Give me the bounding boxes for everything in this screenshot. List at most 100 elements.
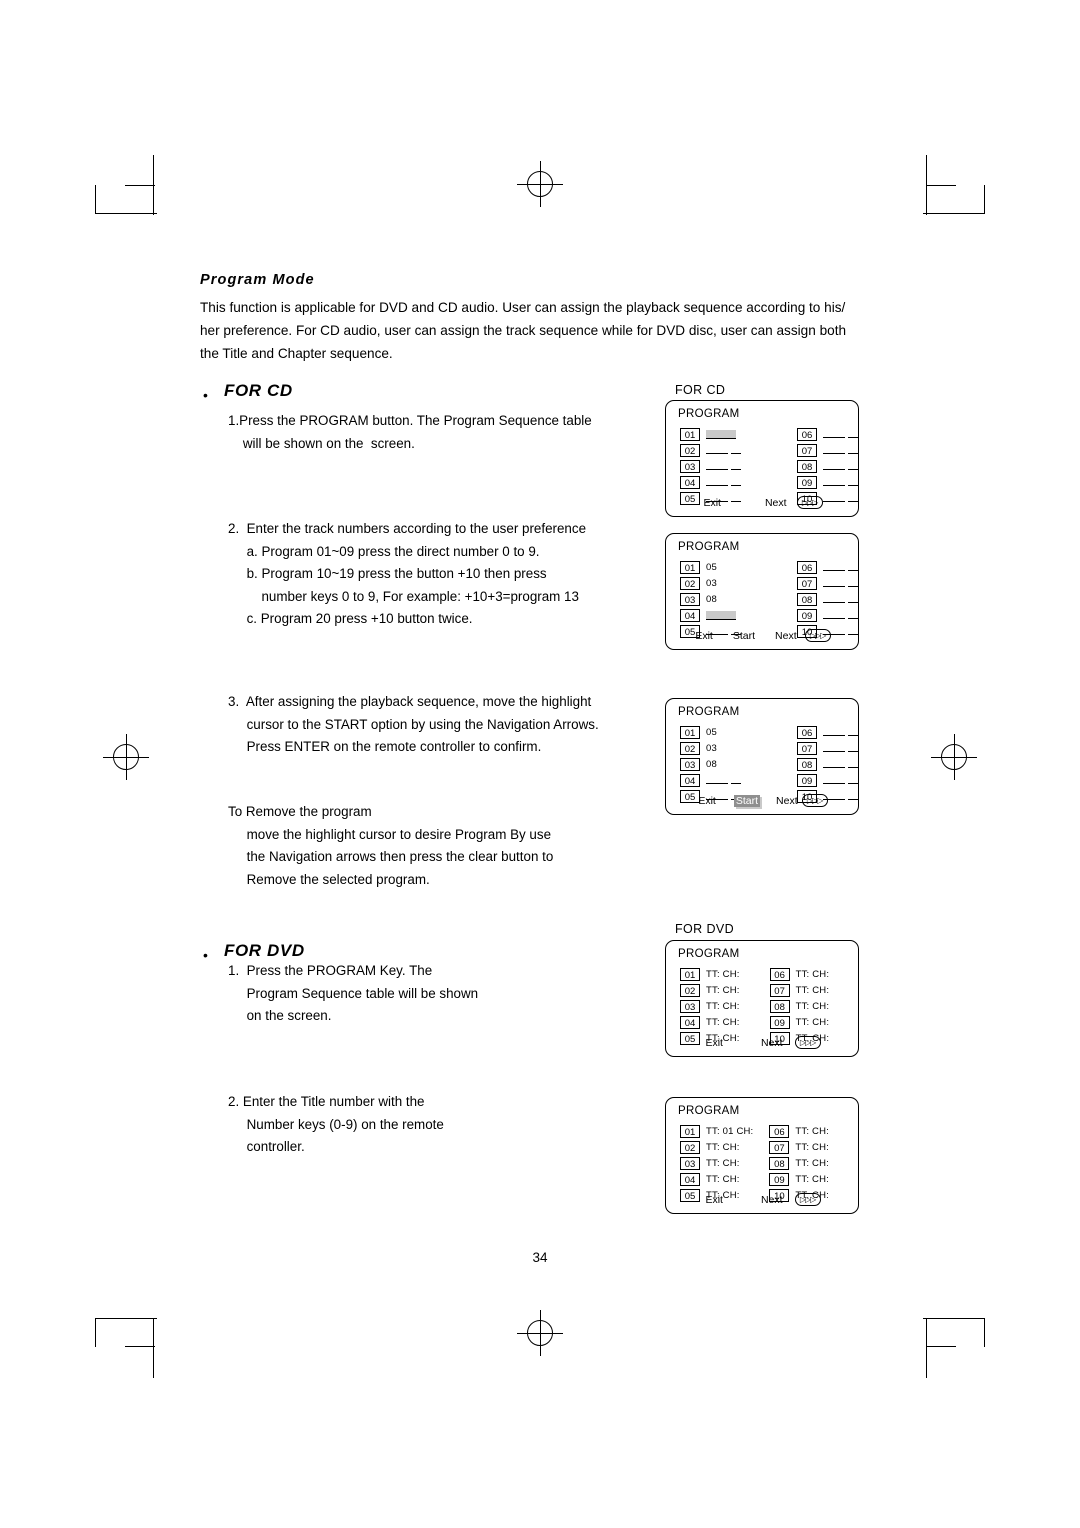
program-slot-number[interactable]: 01 <box>680 1124 700 1138</box>
program-slot-number[interactable]: 01 <box>680 967 700 981</box>
program-slot-empty2[interactable] <box>731 462 741 470</box>
program-slot-empty2[interactable] <box>848 478 858 486</box>
program-slot-value[interactable]: 03 <box>706 743 717 754</box>
program-slot-number[interactable]: 06 <box>769 1124 790 1138</box>
program-slot-empty2[interactable] <box>848 430 858 438</box>
exit-button[interactable]: Exit <box>701 497 723 509</box>
program-slot-number[interactable]: 07 <box>797 443 817 457</box>
program-slot-empty[interactable] <box>823 776 845 784</box>
program-slot-number[interactable]: 09 <box>797 773 817 787</box>
program-slot-empty[interactable] <box>823 430 845 438</box>
program-slot-number[interactable]: 07 <box>769 1140 790 1154</box>
program-slot-empty2[interactable] <box>731 776 741 784</box>
program-slot-number[interactable]: 06 <box>797 427 817 441</box>
program-slot-empty2[interactable] <box>731 478 741 486</box>
fast-forward-icon[interactable]: ▷▷▷ <box>804 629 831 642</box>
exit-button[interactable]: Exit <box>703 1194 725 1206</box>
program-slot-empty[interactable] <box>706 478 728 486</box>
program-slot-value[interactable]: TT: CH: <box>706 1158 740 1169</box>
next-button[interactable]: Next <box>773 630 799 642</box>
program-slot-empty2[interactable] <box>848 611 858 619</box>
program-slot-highlight[interactable] <box>706 429 736 439</box>
start-button[interactable]: Start <box>731 630 757 642</box>
program-slot-value[interactable]: TT: CH: <box>706 1017 740 1028</box>
program-slot-number[interactable]: 01 <box>680 427 700 441</box>
program-slot-number[interactable]: 04 <box>680 1172 700 1186</box>
program-slot-number[interactable]: 07 <box>797 741 817 755</box>
fast-forward-icon[interactable]: ▷▷▷ <box>794 1193 821 1206</box>
program-slot-empty[interactable] <box>823 462 845 470</box>
program-slot-number[interactable]: 09 <box>797 475 817 489</box>
program-slot-number[interactable]: 08 <box>797 757 817 771</box>
program-slot-number[interactable]: 04 <box>680 475 700 489</box>
program-slot-number[interactable]: 04 <box>680 1015 700 1029</box>
program-slot-empty2[interactable] <box>848 776 858 784</box>
program-slot-empty[interactable] <box>823 563 845 571</box>
program-slot-value[interactable]: TT: CH: <box>795 1174 829 1185</box>
program-slot-empty2[interactable] <box>848 760 858 768</box>
program-slot-number[interactable]: 03 <box>680 592 700 606</box>
program-slot-number[interactable]: 04 <box>680 608 700 622</box>
program-slot-empty[interactable] <box>823 728 845 736</box>
start-button[interactable]: Start <box>733 794 761 807</box>
program-slot-empty[interactable] <box>823 760 845 768</box>
program-slot-number[interactable]: 07 <box>769 983 790 997</box>
program-slot-number[interactable]: 02 <box>680 741 700 755</box>
program-slot-value[interactable]: TT: CH: <box>706 985 740 996</box>
program-slot-value[interactable]: 08 <box>706 759 717 770</box>
program-slot-empty[interactable] <box>823 595 845 603</box>
program-slot-value[interactable]: TT: CH: <box>796 985 830 996</box>
next-button[interactable]: Next <box>763 497 789 509</box>
fast-forward-icon[interactable]: ▷▷▷ <box>794 1036 821 1049</box>
program-slot-empty[interactable] <box>823 478 845 486</box>
program-slot-empty[interactable] <box>823 446 845 454</box>
program-slot-number[interactable]: 08 <box>797 459 817 473</box>
fast-forward-icon[interactable]: ▷▷▷ <box>796 496 823 509</box>
program-slot-empty2[interactable] <box>848 462 858 470</box>
program-slot-number[interactable]: 03 <box>680 999 700 1013</box>
program-slot-empty2[interactable] <box>848 446 858 454</box>
program-slot-value[interactable]: TT: CH: <box>706 1142 740 1153</box>
program-slot-empty[interactable] <box>706 446 728 454</box>
program-slot-number[interactable]: 02 <box>680 443 700 457</box>
program-slot-number[interactable]: 08 <box>769 1156 790 1170</box>
program-slot-empty2[interactable] <box>848 728 858 736</box>
program-slot-value[interactable]: TT: CH: <box>795 1158 829 1169</box>
program-slot-value[interactable]: TT: CH: <box>706 969 740 980</box>
program-slot-value[interactable]: 08 <box>706 594 717 605</box>
program-slot-empty[interactable] <box>706 776 728 784</box>
program-slot-number[interactable]: 01 <box>680 560 700 574</box>
exit-button[interactable]: Exit <box>703 1037 725 1049</box>
program-slot-number[interactable]: 07 <box>797 576 817 590</box>
program-slot-empty[interactable] <box>706 462 728 470</box>
program-slot-highlight[interactable] <box>706 610 736 620</box>
program-slot-number[interactable]: 06 <box>769 967 790 981</box>
exit-button[interactable]: Exit <box>696 795 718 807</box>
program-slot-number[interactable]: 04 <box>680 773 700 787</box>
program-slot-empty[interactable] <box>823 744 845 752</box>
program-slot-number[interactable]: 06 <box>797 560 817 574</box>
next-button[interactable]: Next <box>774 795 800 807</box>
next-button[interactable]: Next <box>759 1194 785 1206</box>
fast-forward-icon[interactable]: ▷▷▷ <box>801 794 828 807</box>
program-slot-value[interactable]: 03 <box>706 578 717 589</box>
program-slot-number[interactable]: 03 <box>680 459 700 473</box>
program-slot-value[interactable]: TT: CH: <box>795 1142 829 1153</box>
program-slot-empty2[interactable] <box>848 579 858 587</box>
program-slot-number[interactable]: 06 <box>797 725 817 739</box>
program-slot-value[interactable]: TT: 01 CH: <box>706 1126 753 1137</box>
program-slot-value[interactable]: 05 <box>706 562 717 573</box>
program-slot-value[interactable]: TT: CH: <box>796 1017 830 1028</box>
program-slot-empty[interactable] <box>823 611 845 619</box>
program-slot-value[interactable]: TT: CH: <box>796 969 830 980</box>
program-slot-value[interactable]: 05 <box>706 727 717 738</box>
program-slot-value[interactable]: TT: CH: <box>796 1001 830 1012</box>
program-slot-number[interactable]: 03 <box>680 1156 700 1170</box>
program-slot-empty2[interactable] <box>848 595 858 603</box>
program-slot-number[interactable]: 09 <box>769 1015 790 1029</box>
program-slot-empty2[interactable] <box>848 744 858 752</box>
program-slot-number[interactable]: 08 <box>769 999 790 1013</box>
program-slot-value[interactable]: TT: CH: <box>706 1174 740 1185</box>
program-slot-number[interactable]: 03 <box>680 757 700 771</box>
program-slot-value[interactable]: TT: CH: <box>706 1001 740 1012</box>
